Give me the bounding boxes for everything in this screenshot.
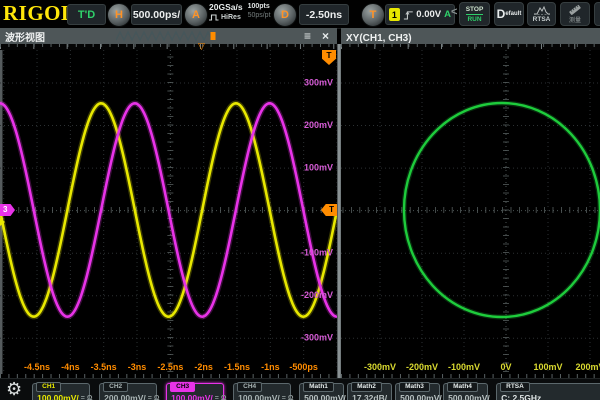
math-tab: Math2 (351, 382, 382, 392)
horizontal-knob[interactable]: H (107, 3, 131, 27)
svg-text:0V: 0V (500, 362, 511, 372)
waveform-view-header[interactable]: 波形视图 ≡ × (0, 28, 337, 44)
channel-tab: CH2 (103, 382, 128, 392)
trigger-knob[interactable]: T (361, 3, 385, 27)
svg-text:200mV: 200mV (575, 362, 600, 372)
timebase-value[interactable]: 500.00ps/ (131, 4, 182, 25)
trigger-position-triangle[interactable]: ▽ (198, 42, 205, 51)
math-scale: 500.00mV/ (304, 393, 346, 400)
dc-coupling-icon: = (282, 395, 286, 400)
ruler-icon (567, 4, 583, 15)
stop-run-button[interactable]: STOP RUN (459, 2, 490, 26)
acquire-knob[interactable]: A (184, 3, 208, 27)
svg-text:-1ns: -1ns (261, 362, 280, 372)
acq-mode: HiRes (221, 14, 241, 21)
rtsa-status-box[interactable]: RTSA C: 2.5GHz (496, 383, 600, 400)
topbar: RIGOL T'D H 500.00ps/ A 20GSa/s HiRes 10… (0, 0, 600, 29)
math-scale: 500.00mV/ (448, 393, 490, 400)
svg-text:-100mV: -100mV (301, 248, 333, 258)
gear-icon[interactable]: ⚙ (6, 381, 22, 399)
svg-text:-500ps: -500ps (289, 362, 318, 372)
default-button[interactable]: Default (494, 2, 524, 26)
channel-tab: CH3 (170, 382, 195, 392)
math-scale: 500.00mV/ (400, 393, 442, 400)
channel-scale: 100.00mV/ (171, 393, 213, 400)
trigger-coupling: A (444, 9, 451, 20)
math-status-math3[interactable]: Math3500.00mV/ (395, 383, 440, 400)
svg-text:-200mV: -200mV (406, 362, 438, 372)
collapse-arrow-icon[interactable]: < (451, 6, 457, 18)
trigger-level: 0.00V (416, 9, 441, 20)
svg-text:-300mV: -300mV (301, 333, 333, 343)
oscilloscope-screen: RIGOL T'D H 500.00ps/ A 20GSa/s HiRes 10… (0, 0, 600, 400)
math-scale: 17.32dB/ (352, 393, 387, 400)
delay-knob[interactable]: D (273, 3, 297, 27)
sample-rate: 20GSa/s (209, 2, 243, 12)
math-status-boxes: Math1500.00mV/Math217.32dB/Math3500.00mV… (299, 381, 488, 400)
dc-coupling-icon: = (148, 395, 152, 400)
rigol-logo: RIGOL (3, 1, 76, 26)
svg-text:-300mV: -300mV (364, 362, 396, 372)
math-tab: Math3 (399, 382, 430, 392)
xy-plot[interactable]: -300mV -200mV -100mV 0V 100mV 200mV (341, 50, 600, 374)
impedance-icon: Ω (221, 395, 227, 400)
status-bar: ⚙ CH1100.00mV/=ΩCH2200.00mV/=ΩCH3100.00m… (0, 378, 600, 400)
pulse-icon (209, 14, 219, 21)
rising-edge-icon (403, 8, 414, 22)
trigger-source-badge: 1 (389, 8, 400, 21)
spectrum-icon (533, 6, 551, 15)
xy-panel: XY(CH1, CH3) -300mV -200mV -100mV 0V 100mV 20… (341, 28, 600, 378)
rtsa-button[interactable]: RTSA (527, 2, 556, 26)
trigger-delay-value[interactable]: -2.50ns (299, 4, 349, 25)
math-status-math2[interactable]: Math217.32dB/ (347, 383, 392, 400)
svg-text:-3ns: -3ns (128, 362, 147, 372)
svg-text:300mV: 300mV (304, 77, 333, 87)
channel-status-ch2[interactable]: CH2200.00mV/=Ω (99, 383, 157, 400)
channel-tab: CH4 (237, 382, 262, 392)
svg-text:100mV: 100mV (533, 362, 562, 372)
memory-depth: 100pts (248, 3, 271, 10)
channel-scale: 100.00mV/ (238, 393, 280, 400)
close-icon[interactable]: × (322, 29, 329, 43)
trigger-status-badge: T'D (67, 4, 106, 25)
menu-icon[interactable]: ≡ (304, 29, 311, 43)
svg-text:-1.5ns: -1.5ns (224, 362, 250, 372)
partial-button[interactable] (594, 2, 600, 26)
impedance-icon: Ω (154, 395, 160, 400)
svg-text:200mV: 200mV (304, 120, 333, 130)
math-tab: Math4 (447, 382, 478, 392)
math-status-math4[interactable]: Math4500.00mV/ (443, 383, 488, 400)
channel-status-ch4[interactable]: CH4100.00mV/=Ω (233, 383, 291, 400)
waveform-view-panel: 波形视图 ≡ × 300mV 200mV 100mV -100mV -200mV -300… (0, 28, 337, 378)
sample-interval: 50ps/pt (248, 12, 271, 19)
waveform-plot[interactable]: 300mV 200mV 100mV -100mV -200mV -300mV -4.5ns -… (0, 50, 337, 374)
svg-text:-3.5ns: -3.5ns (91, 362, 117, 372)
svg-text:-4ns: -4ns (61, 362, 80, 372)
impedance-icon: Ω (288, 395, 294, 400)
channel-status-ch1[interactable]: CH1100.00mV/=Ω (32, 383, 90, 400)
rtsa-tab: RTSA (500, 382, 530, 392)
xy-header[interactable]: XY(CH1, CH3) (341, 28, 600, 44)
channel-status-ch3[interactable]: CH3100.00mV/=Ω (166, 383, 224, 400)
svg-text:-2.5ns: -2.5ns (157, 362, 183, 372)
channel-scale: 200.00mV/ (104, 393, 146, 400)
dc-coupling-icon: = (81, 395, 85, 400)
channel-scale: 100.00mV/ (37, 393, 79, 400)
svg-text:-2ns: -2ns (194, 362, 213, 372)
svg-text:-100mV: -100mV (448, 362, 480, 372)
rtsa-center-freq: C: 2.5GHz (501, 393, 541, 400)
math-status-math1[interactable]: Math1500.00mV/ (299, 383, 344, 400)
svg-text:100mV: 100mV (304, 162, 333, 172)
acquisition-info[interactable]: 20GSa/s HiRes 100pts 50ps/pt (209, 2, 271, 21)
measure-button[interactable]: 测量 (560, 2, 590, 26)
svg-text:-4.5ns: -4.5ns (24, 362, 50, 372)
svg-text:-200mV: -200mV (301, 290, 333, 300)
dc-coupling-icon: = (215, 395, 219, 400)
channel-status-boxes: CH1100.00mV/=ΩCH2200.00mV/=ΩCH3100.00mV/… (32, 381, 291, 400)
math-tab: Math1 (303, 382, 334, 392)
trigger-settings[interactable]: 1 0.00V A (385, 4, 455, 25)
channel-tab: CH1 (36, 382, 61, 392)
impedance-icon: Ω (87, 395, 93, 400)
display-area: 波形视图 ≡ × 300mV200mV100mV-100mV-200mV-300… (0, 28, 600, 378)
